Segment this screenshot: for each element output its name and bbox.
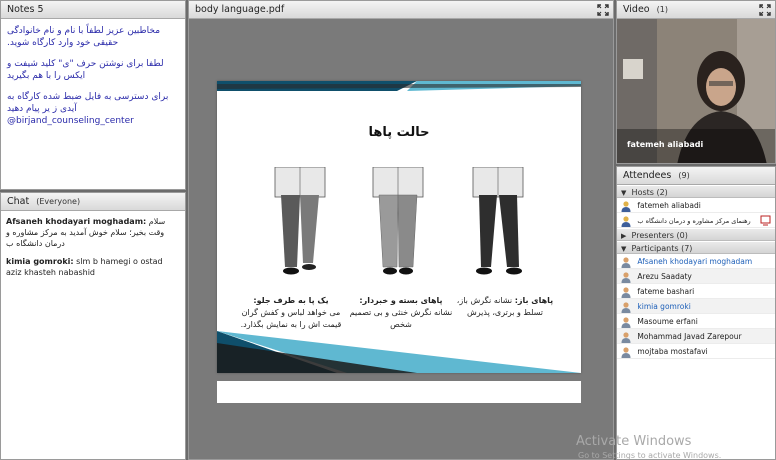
hosts-section[interactable]: ▼ Hosts (2) (617, 185, 775, 198)
chat-message: kimia gomroki: slm b hamegi o ostad aziz… (6, 256, 180, 278)
attendees-count: (9) (678, 171, 690, 180)
chat-pod: Chat (Everyone) Afsaneh khodayari moghad… (0, 192, 186, 460)
presenters-label: Presenters (0) (631, 231, 688, 240)
video-pod: Video (1) fatemeh aliabadi (616, 0, 776, 164)
participant-icon (621, 286, 631, 298)
notes-line: برای دسترسی به فایل ضبط شده کارگاه به آی… (7, 92, 169, 114)
host-icon (621, 215, 631, 227)
attendee-row[interactable]: kimia gomroki (617, 299, 775, 314)
chat-title: Chat (Everyone) (1, 193, 185, 211)
attendee-row[interactable]: Arezu Saadaty (617, 269, 775, 284)
attendees-title-label: Attendees (623, 170, 672, 181)
maximize-icon[interactable] (597, 4, 609, 16)
screen-share-icon (760, 215, 771, 226)
legs-closed-figure (372, 167, 424, 275)
slide-title: حالت پاها (368, 125, 430, 140)
participants-section[interactable]: ▼ Participants (7) (617, 241, 775, 254)
notes-line: @birjand_counseling_center (7, 116, 134, 126)
chat-messages: Afsaneh khodayari moghadam: سلام وقت بخی… (1, 211, 185, 290)
attendee-name: Afsaneh khodayari moghadam (637, 257, 753, 266)
attendee-name: mojtaba mostafavi (637, 347, 708, 356)
video-count: (1) (656, 5, 668, 14)
chat-scope[interactable]: (Everyone) (36, 197, 80, 206)
attendee-row[interactable]: mojtaba mostafavi (617, 344, 775, 359)
notes-pod: Notes 5 مخاطبین عزیز لطفاً با نام و نام … (0, 0, 186, 190)
notes-body: مخاطبین عزیز لطفاً با نام و نام خانوادگی… (1, 19, 185, 142)
attendee-name: Masoume erfani (637, 317, 698, 326)
participant-icon (621, 271, 631, 283)
next-slide-page (217, 381, 581, 403)
chat-message: Afsaneh khodayari moghadam: سلام وقت بخی… (6, 216, 180, 249)
participant-icon (621, 301, 631, 313)
notes-line: لطفا برای نوشتن حرف "ی" کلید شیفت و ایکس… (7, 59, 164, 81)
caption-body: نشانه نگرش خنثی و بی تصمیم شخص (349, 308, 453, 329)
attendee-row[interactable]: Mohammad Javad Zarepour (617, 329, 775, 344)
attendee-name: fateme bashari (637, 287, 695, 296)
caption-heading: پاهای بسته و خبردار: (359, 296, 443, 305)
attendee-name: kimia gomroki (637, 302, 691, 311)
leg-forward-figure (274, 167, 326, 275)
chat-title-label: Chat (7, 196, 30, 207)
document-title-label: body language.pdf (195, 4, 285, 15)
legs-open-figure (472, 167, 524, 275)
activate-windows-watermark: Activate Windows (576, 434, 692, 449)
attendee-name: Arezu Saadaty (637, 272, 692, 281)
participant-icon (621, 331, 631, 343)
webcam-name-label: fatemeh aliabadi (627, 140, 704, 149)
video-title-label: Video (623, 4, 650, 15)
notes-title: Notes 5 (1, 1, 185, 19)
attendee-name: fatemeh aliabadi (637, 201, 701, 210)
attendee-row[interactable]: Masoume erfani (617, 314, 775, 329)
caption-heading: پاهای باز: (514, 296, 554, 305)
participant-icon (621, 346, 631, 358)
chat-sender: Afsaneh khodayari moghadam: (6, 217, 147, 226)
notes-line: مخاطبین عزیز لطفاً با نام و نام خانوادگی… (7, 26, 161, 48)
caption-leg-forward: یک پا به طرف جلو: می خواهد لباس و کفش گر… (237, 295, 345, 331)
attendee-name: Mohammad Javad Zarepour (637, 332, 742, 341)
activate-windows-subtext: Go to Settings to activate Windows. (578, 451, 722, 460)
document-title: body language.pdf (189, 1, 613, 19)
attendee-row[interactable]: fatemeh aliabadi (617, 198, 775, 213)
host-icon (621, 200, 631, 212)
caption-open-legs: پاهای باز: نشانه نگرش باز، تسلط و برتری،… (451, 295, 559, 319)
chat-sender: kimia gomroki: (6, 257, 74, 266)
attendee-name: رهنمای مرکز مشاوره و درمان دانشگاه ب (637, 217, 751, 225)
attendees-pod: Attendees (9) ▼ Hosts (2) fatemeh aliaba… (616, 166, 776, 460)
slide-page: حالت پاها پاهای باز: نشانه نگرش باز، تسل… (217, 81, 581, 373)
participants-label: Participants (7) (631, 244, 693, 253)
video-title: Video (1) (617, 1, 775, 19)
notes-title-label: Notes 5 (7, 4, 44, 15)
hosts-label: Hosts (2) (631, 188, 668, 197)
caption-closed-legs: پاهای بسته و خبردار: نشانه نگرش خنثی و ب… (347, 295, 455, 331)
participant-icon (621, 256, 631, 268)
attendee-row[interactable]: fateme bashari (617, 284, 775, 299)
caption-heading: یک پا به طرف جلو: (253, 296, 329, 305)
participant-icon (621, 316, 631, 328)
attendee-row[interactable]: رهنمای مرکز مشاوره و درمان دانشگاه ب (617, 213, 775, 228)
webcam-feed[interactable]: fatemeh aliabadi (617, 19, 775, 163)
attendee-row[interactable]: Afsaneh khodayari moghadam (617, 254, 775, 269)
document-pod: body language.pdf حالت پاها پاهای باز: ن… (188, 0, 614, 460)
maximize-icon[interactable] (759, 4, 771, 16)
caption-body: می خواهد لباس و کفش گران قیمت اش را به ن… (240, 308, 342, 329)
presenters-section[interactable]: ▶ Presenters (0) (617, 228, 775, 241)
attendees-title: Attendees (9) (617, 167, 775, 185)
